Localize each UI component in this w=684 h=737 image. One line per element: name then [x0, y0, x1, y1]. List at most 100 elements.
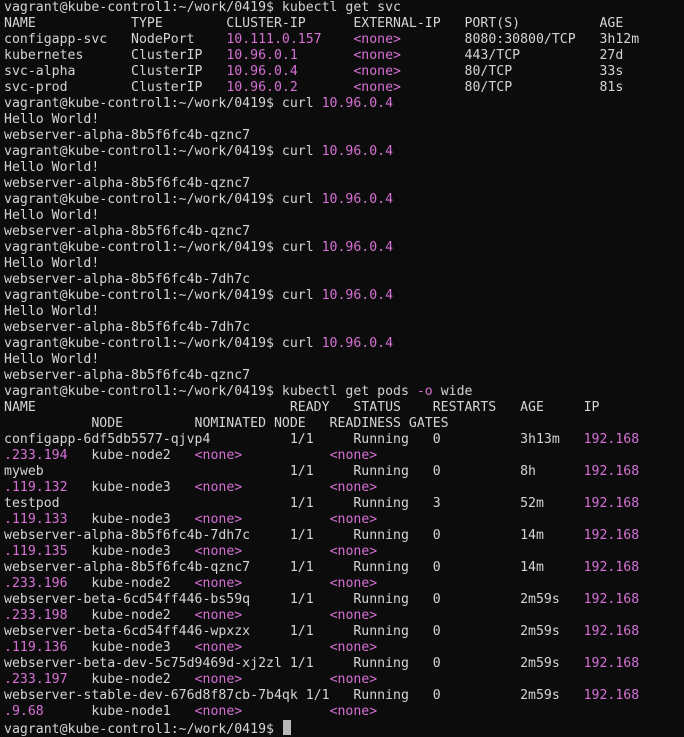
terminal-line: Hello World!: [4, 112, 99, 128]
terminal-text: vagrant@kube-control1:~/work/0419$ kubec…: [4, 0, 401, 15]
terminal-line: svc-prod ClusterIP 10.96.0.2 <none> 80/T…: [4, 80, 623, 96]
highlighted-text: <none>: [329, 640, 378, 655]
terminal-line: webserver-alpha-8b5f6fc4b-7dh7c: [4, 320, 250, 336]
terminal-line: Hello World!: [4, 160, 99, 176]
terminal-text: kube-node2: [67, 608, 195, 623]
terminal-text: kube-node1: [43, 704, 195, 719]
terminal-text: kube-node2: [67, 672, 195, 687]
terminal-line: webserver-beta-dev-5c75d9469d-xj2zl 1/1 …: [4, 656, 639, 672]
highlighted-text: .9.68: [4, 704, 44, 719]
highlighted-text: <none>: [353, 80, 401, 95]
terminal-text: 80/TCP 33s: [401, 64, 624, 79]
terminal-text: vagrant@kube-control1:~/work/0419$ curl: [4, 144, 322, 159]
highlighted-text: .119.136: [4, 640, 68, 655]
terminal-line: testpod 1/1 Running 3 52m 192.168: [4, 496, 639, 512]
highlighted-text: <none>: [329, 672, 378, 687]
terminal-text: webserver-alpha-8b5f6fc4b-7dh7c: [4, 320, 251, 335]
terminal-text: 443/TCP 27d: [401, 48, 624, 63]
terminal-text: kube-node3: [67, 544, 195, 559]
highlighted-text: <none>: [329, 480, 378, 495]
terminal-text: vagrant@kube-control1:~/work/0419$: [4, 722, 282, 737]
highlighted-text: <none>: [329, 608, 378, 623]
terminal-line: vagrant@kube-control1:~/work/0419$ kubec…: [4, 0, 401, 16]
terminal-line: vagrant@kube-control1:~/work/0419$ curl …: [4, 336, 393, 352]
highlighted-text: 192.168: [583, 528, 640, 543]
terminal-line: svc-alpha ClusterIP 10.96.0.4 <none> 80/…: [4, 64, 623, 80]
highlighted-text: .119.132: [4, 480, 68, 495]
highlighted-text: 10.96.0.4: [321, 192, 394, 207]
terminal-line: .233.198 kube-node2 <none> <none>: [4, 608, 377, 624]
terminal-line: .119.136 kube-node3 <none> <none>: [4, 640, 377, 656]
highlighted-text: 10.96.0.4: [321, 96, 394, 111]
terminal-text: NAME READY STATUS RESTARTS AGE IP: [4, 400, 600, 415]
highlighted-text: <none>: [329, 576, 378, 591]
highlighted-text: <none>: [353, 64, 401, 79]
terminal-window[interactable]: vagrant@kube-control1:~/work/0419$ kubec…: [0, 0, 684, 737]
highlighted-text: <none>: [194, 704, 243, 719]
terminal-line: vagrant@kube-control1:~/work/0419$ kubec…: [4, 384, 472, 400]
highlighted-text: 10.96.0.4: [321, 336, 394, 351]
terminal-text: webserver-alpha-8b5f6fc4b-qznc7: [4, 224, 251, 239]
highlighted-text: 192.168: [583, 496, 640, 511]
terminal-text: kube-node2: [67, 448, 195, 463]
highlighted-text: 10.96.0.2: [226, 80, 298, 95]
terminal-text: vagrant@kube-control1:~/work/0419$ curl: [4, 336, 322, 351]
terminal-line: webserver-beta-6cd54ff446-wpxzx 1/1 Runn…: [4, 624, 639, 640]
terminal-line: vagrant@kube-control1:~/work/0419$ curl …: [4, 192, 393, 208]
highlighted-text: <none>: [329, 544, 378, 559]
terminal-line: .233.196 kube-node2 <none> <none>: [4, 576, 377, 592]
terminal-line: vagrant@kube-control1:~/work/0419$: [4, 720, 291, 737]
terminal-line: myweb 1/1 Running 0 8h 192.168: [4, 464, 639, 480]
terminal-line: configapp-svc NodePort 10.111.0.157 <non…: [4, 32, 639, 48]
terminal-text: NODE NOMINATED NODE READINESS GATES: [4, 416, 449, 431]
terminal-text: svc-prod ClusterIP: [4, 80, 227, 95]
highlighted-text: .233.196: [4, 576, 68, 591]
terminal-line: Hello World!: [4, 304, 99, 320]
terminal-text: myweb 1/1 Running 0 8h: [4, 464, 584, 479]
highlighted-text: <none>: [194, 576, 243, 591]
highlighted-text: .119.133: [4, 512, 68, 527]
terminal-text: svc-alpha ClusterIP: [4, 64, 227, 79]
terminal-line: kubernetes ClusterIP 10.96.0.1 <none> 44…: [4, 48, 623, 64]
terminal-line: NODE NOMINATED NODE READINESS GATES: [4, 416, 449, 432]
terminal-text: Hello World!: [4, 208, 100, 223]
highlighted-text: .233.198: [4, 608, 68, 623]
terminal-line: configapp-6df5db5577-qjvp4 1/1 Running 0…: [4, 432, 639, 448]
highlighted-text: <none>: [194, 672, 243, 687]
highlighted-text: 192.168: [583, 592, 640, 607]
highlighted-text: <none>: [194, 480, 243, 495]
terminal-line: NAME TYPE CLUSTER-IP EXTERNAL-IP PORT(S)…: [4, 16, 623, 32]
highlighted-text: 192.168: [583, 688, 640, 703]
terminal-line: webserver-alpha-8b5f6fc4b-qznc7: [4, 128, 250, 144]
highlighted-text: .233.197: [4, 672, 68, 687]
terminal-text: Hello World!: [4, 352, 100, 367]
terminal-text: webserver-alpha-8b5f6fc4b-qznc7 1/1 Runn…: [4, 560, 584, 575]
terminal-text: NAME TYPE CLUSTER-IP EXTERNAL-IP PORT(S)…: [4, 16, 624, 31]
highlighted-text: <none>: [329, 512, 378, 527]
terminal-line: .119.135 kube-node3 <none> <none>: [4, 544, 377, 560]
terminal-text: webserver-beta-dev-5c75d9469d-xj2zl 1/1 …: [4, 656, 584, 671]
terminal-line: Hello World!: [4, 256, 99, 272]
terminal-line: vagrant@kube-control1:~/work/0419$ curl …: [4, 96, 393, 112]
terminal-line: vagrant@kube-control1:~/work/0419$ curl …: [4, 288, 393, 304]
highlighted-text: 192.168: [583, 560, 640, 575]
highlighted-text: <none>: [329, 704, 378, 719]
terminal-line: vagrant@kube-control1:~/work/0419$ curl …: [4, 240, 393, 256]
terminal-text: Hello World!: [4, 256, 100, 271]
terminal-text: webserver-alpha-8b5f6fc4b-7dh7c: [4, 272, 251, 287]
terminal-line: webserver-stable-dev-676d8f87cb-7b4qk 1/…: [4, 688, 639, 704]
terminal-line: webserver-alpha-8b5f6fc4b-7dh7c 1/1 Runn…: [4, 528, 639, 544]
terminal-text: kube-node3: [67, 640, 195, 655]
highlighted-text: <none>: [194, 512, 243, 527]
terminal-line: .119.133 kube-node3 <none> <none>: [4, 512, 377, 528]
highlighted-text: <none>: [194, 544, 243, 559]
terminal-text: vagrant@kube-control1:~/work/0419$ curl: [4, 240, 322, 255]
